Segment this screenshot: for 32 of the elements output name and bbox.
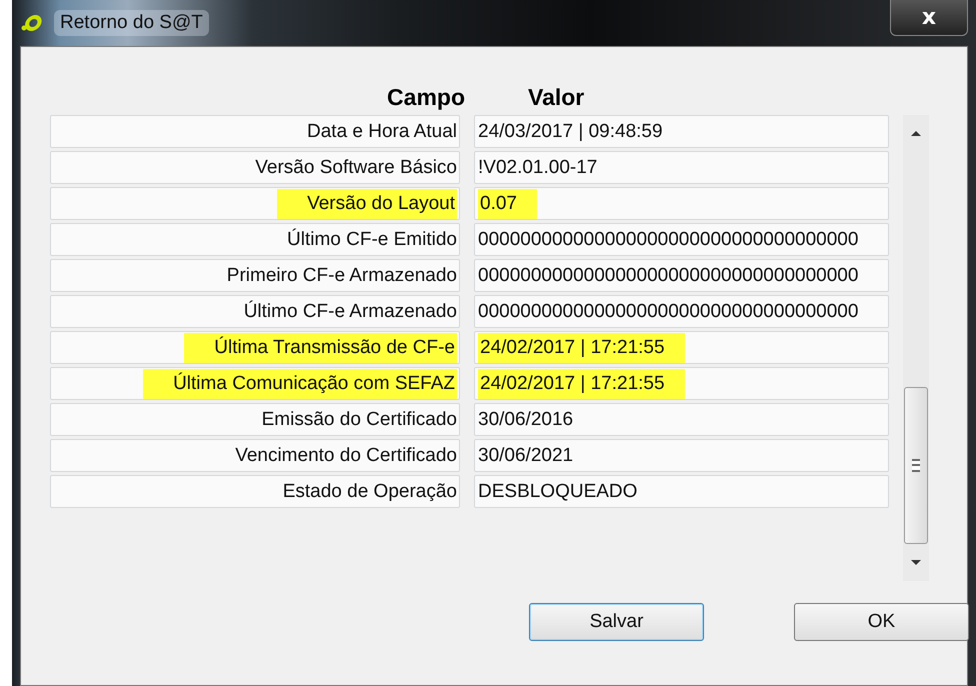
- column-header: Campo: [386, 84, 465, 111]
- field-cell: Emissão do Certificado: [50, 403, 460, 436]
- value-cell: 000000000000000000000000000000000000: [474, 295, 889, 328]
- value-cell: 24/02/2017 | 17:21:55: [474, 367, 889, 400]
- field-cell: Estado de Operação: [50, 475, 460, 508]
- scroll-up-icon[interactable]: [911, 131, 921, 136]
- value-cell: 000000000000000000000000000000000000: [474, 223, 889, 256]
- field-cell: Vencimento do Certificado: [50, 439, 460, 472]
- save-button[interactable]: Salvar: [529, 603, 704, 641]
- field-cell: Versão Software Básico: [50, 151, 460, 184]
- value-cell: 30/06/2016: [474, 403, 889, 436]
- field-cell: Data e Hora Atual: [50, 115, 460, 148]
- value-cell: 000000000000000000000000000000000000: [474, 259, 889, 292]
- value-cell: 30/06/2021: [474, 439, 889, 472]
- scrollbar[interactable]: [903, 115, 929, 581]
- window-title: Retorno do S@T: [54, 10, 209, 36]
- field-cell: Última Comunicação com SEFAZ: [50, 367, 460, 400]
- close-button[interactable]: x: [890, 0, 968, 36]
- column-header: Valor: [528, 84, 584, 111]
- value-cell: DESBLOQUEADO: [474, 475, 889, 508]
- value-cell: 0.07: [474, 187, 889, 220]
- ok-button[interactable]: OK: [794, 603, 969, 641]
- scroll-down-icon[interactable]: [911, 560, 921, 565]
- value-cell: 24/03/2017 | 09:48:59: [474, 115, 889, 148]
- field-cell: Última Transmissão de CF-e: [50, 331, 460, 364]
- field-cell: Primeiro CF-e Armazenado: [50, 259, 460, 292]
- field-cell: Versão do Layout: [50, 187, 460, 220]
- value-cell: !V02.01.00-17: [474, 151, 889, 184]
- scroll-thumb[interactable]: [904, 387, 928, 544]
- value-cell: 24/02/2017 | 17:21:55: [474, 331, 889, 364]
- field-cell: Último CF-e Emitido: [50, 223, 460, 256]
- field-cell: Último CF-e Armazenado: [50, 295, 460, 328]
